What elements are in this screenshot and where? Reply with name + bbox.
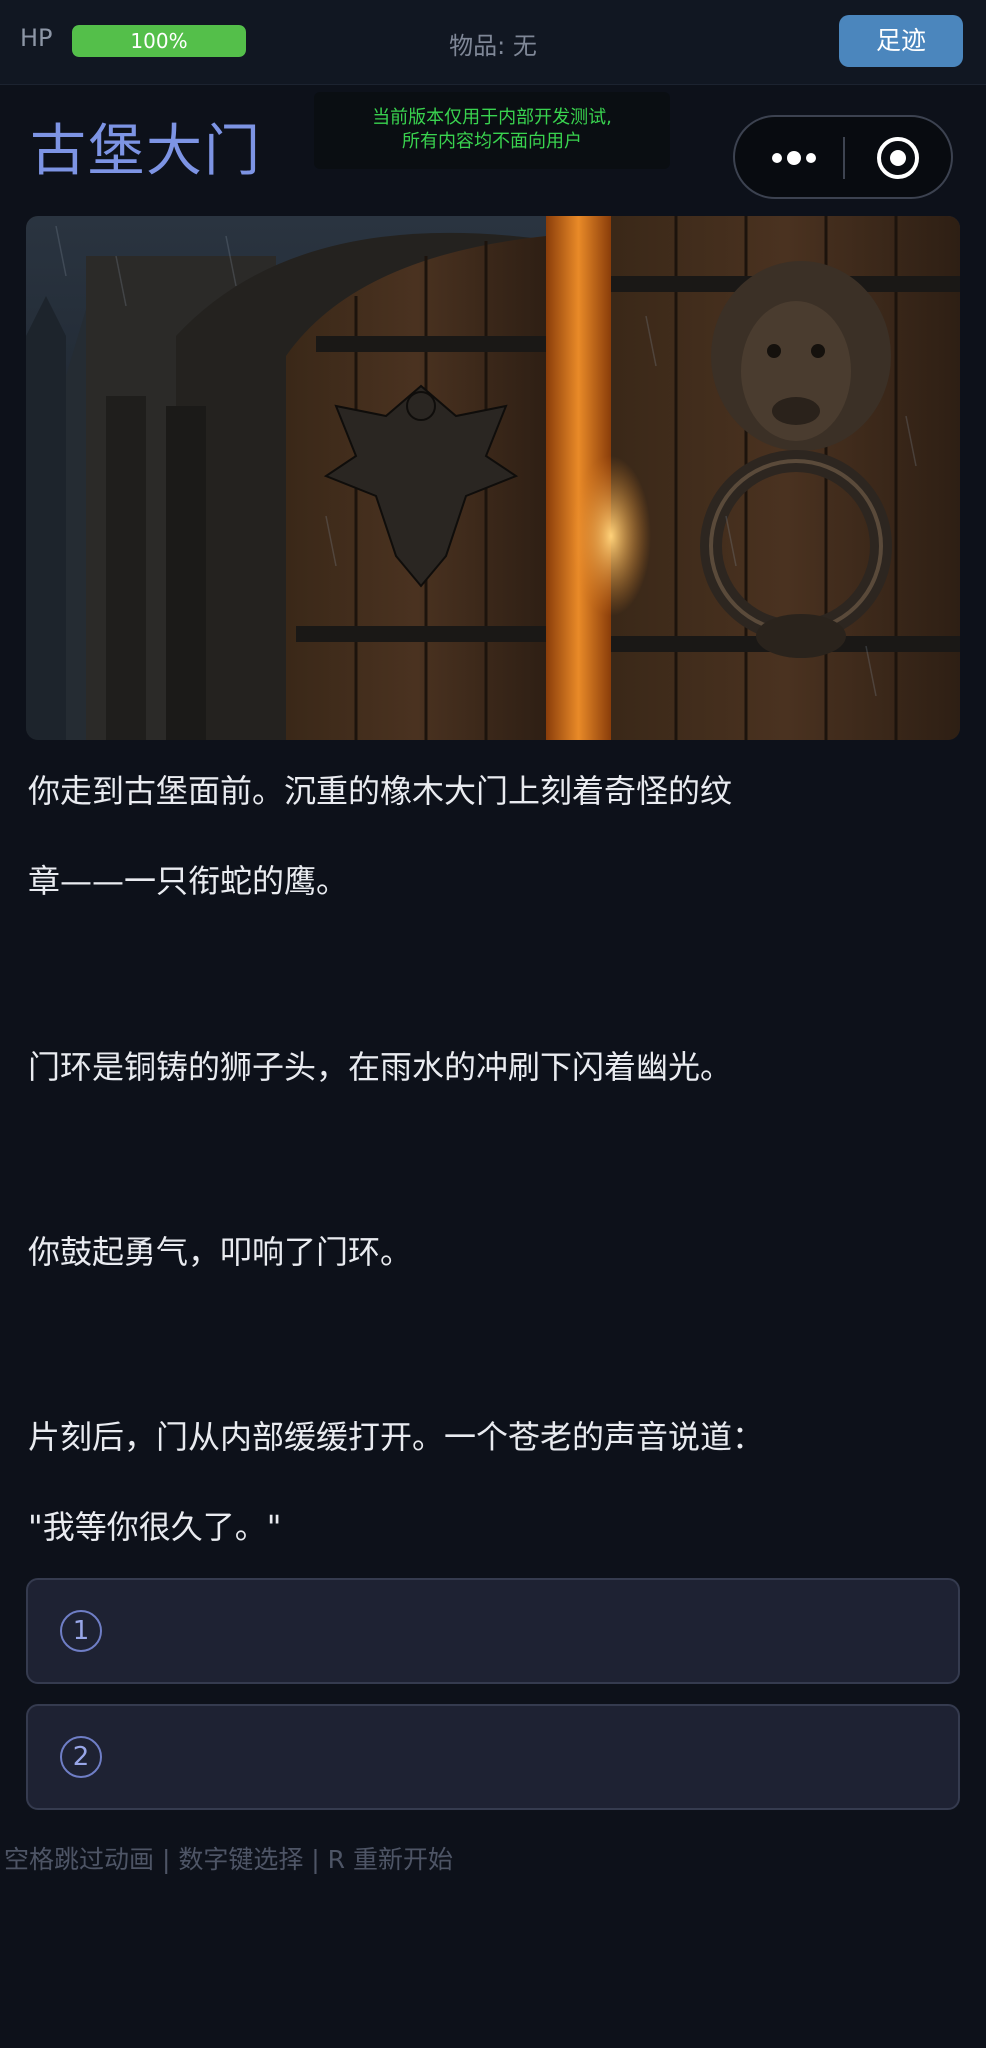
dev-notice: 当前版本仅用于内部开发测试, 所有内容均不面向用户 (314, 92, 670, 169)
story-line: 你走到古堡面前。沉重的橡木大门上刻着奇怪的纹 (28, 772, 733, 810)
story-line: "我等你很久了。" (28, 1508, 282, 1546)
keyboard-hint: 空格跳过动画 | 数字键选择 | R 重新开始 (4, 1845, 453, 1874)
choice-number-badge: 2 (60, 1736, 102, 1778)
story-line: 门环是铜铸的狮子头，在雨水的冲刷下闪着幽光。 (28, 1048, 733, 1086)
story-line: 你鼓起勇气，叩响了门环。 (28, 1233, 413, 1271)
capsule-divider (843, 137, 845, 179)
scene-title: 古堡大门 (30, 119, 262, 184)
choice-option-2[interactable]: 2 (26, 1704, 960, 1810)
dev-notice-line-1: 当前版本仅用于内部开发测试, (372, 107, 612, 128)
mini-program-capsule (733, 115, 953, 199)
footprint-button[interactable]: 足迹 (839, 15, 963, 67)
choice-number-badge: 1 (60, 1610, 102, 1652)
more-options-icon[interactable] (769, 143, 819, 173)
castle-door-lion-knocker-image (26, 216, 960, 740)
choice-option-1[interactable]: 1 (26, 1578, 960, 1684)
story-line: 片刻后，门从内部缓缓打开。一个苍老的声音说道： (28, 1418, 765, 1456)
story-line: 章——一只衔蛇的鹰。 (28, 862, 349, 900)
dev-notice-line-2: 所有内容均不面向用户 (402, 131, 582, 152)
status-bar: HP 100% 物品: 无 足迹 (0, 0, 986, 85)
close-target-icon[interactable] (875, 135, 921, 181)
castle-door-image (26, 216, 960, 740)
